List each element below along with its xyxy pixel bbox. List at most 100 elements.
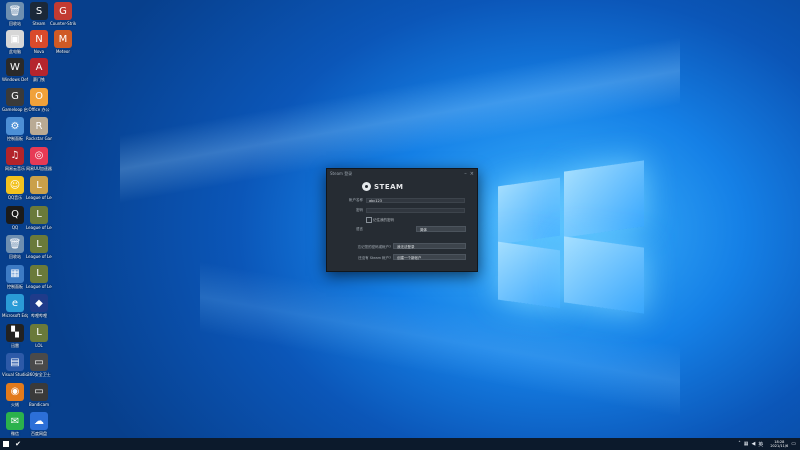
clock[interactable]: 18:28 2021/11/6: [770, 440, 788, 448]
desktop-icon-label: Bandicam: [29, 401, 49, 407]
desktop-icon[interactable]: ▭ 360安全卫士: [26, 353, 52, 377]
volume-icon[interactable]: ◀: [751, 441, 755, 447]
app-icon: ⚙: [6, 117, 24, 135]
desktop-icon-label: 回收站: [9, 21, 21, 26]
app-icon: N: [30, 30, 48, 48]
desktop-icon[interactable]: 🗑 回收站: [2, 2, 28, 26]
desktop-icon-label: 赛门铁: [33, 77, 45, 82]
desktop-icon-label: 控制面板: [7, 136, 23, 141]
desktop-icon-label: QQ: [11, 224, 19, 230]
desktop-icon[interactable]: O Office 办公: [26, 87, 52, 112]
desktop-icon[interactable]: LLeague of Legends: [26, 235, 52, 259]
desktop-icon[interactable]: LLeague of Legends: [26, 264, 52, 289]
app-icon: ▭: [30, 353, 48, 371]
desktop-icon-label: 360安全卫士: [27, 372, 51, 377]
create-question: 还没有 Steam 帐户?: [358, 256, 391, 260]
desktop-icon[interactable]: GGameloop 启动器: [2, 87, 28, 112]
desktop-icon-label: 控制面板: [7, 283, 23, 289]
app-icon: ☺: [6, 176, 24, 194]
app-icon: L: [30, 323, 48, 342]
desktop-icon-label: 回收站: [9, 254, 21, 259]
app-icon: e: [6, 294, 24, 312]
desktop-icon-label: 此电脑: [9, 49, 21, 54]
app-icon: W: [6, 58, 24, 76]
desktop-icon[interactable]: ▦ 控制面板: [2, 264, 28, 289]
account-label: 帐户名称: [349, 197, 363, 202]
desktop-icon[interactable]: RRockstar Games: [26, 117, 52, 141]
desktop-icon[interactable]: ♫ 网易云音乐: [2, 146, 28, 171]
desktop-icon-label: Gameloop 启动器: [2, 106, 28, 112]
app-icon: O: [30, 87, 48, 106]
desktop-icon[interactable]: WWindows Defender: [2, 58, 28, 82]
desktop-icon-label: QQ音乐: [7, 195, 23, 200]
app-icon: ◎: [30, 146, 48, 165]
desktop-icon-label: League of Legends: [26, 224, 52, 230]
password-label: 密码: [356, 207, 363, 212]
taskbar-app-icon[interactable]: ✔: [12, 438, 24, 450]
desktop-icon-label: League of Legends: [26, 195, 52, 200]
minimize-button[interactable]: –: [464, 171, 467, 177]
desktop-icon[interactable]: Q QQ: [2, 205, 28, 230]
desktop-icon-label: Meteor: [55, 49, 71, 54]
system-tray: ˄ ▦ ◀ 英 18:28 2021/11/6 ▭: [738, 438, 796, 450]
steam-brand: STEAM: [362, 182, 403, 191]
desktop-icon[interactable]: A 赛门铁: [26, 58, 52, 82]
remember-checkbox[interactable]: [366, 217, 372, 223]
remember-label: 记住我的密码: [373, 217, 394, 222]
app-icon: ♫: [6, 146, 24, 165]
desktop-icon[interactable]: LLeague of Legends: [26, 176, 52, 200]
desktop-icon-label: 百度网盘: [31, 431, 47, 436]
desktop-icon-label: Steam: [32, 21, 46, 26]
app-icon: ◆: [30, 294, 48, 312]
chevron-up-icon[interactable]: ˄: [738, 441, 741, 447]
network-icon[interactable]: ▦: [744, 441, 749, 447]
desktop-icon[interactable]: ✉ 微信: [2, 412, 28, 436]
desktop-icon[interactable]: L LOL: [26, 323, 52, 348]
desktop-icon[interactable]: N Nova: [26, 30, 52, 54]
app-icon: ☁: [30, 412, 48, 430]
desktop-icon[interactable]: ◆ 哔哩哔哩: [26, 294, 52, 318]
forgot-question: 忘记您的密码或帐户?: [357, 245, 391, 249]
desktop-icon[interactable]: M Meteor: [50, 30, 76, 54]
app-icon: S: [30, 2, 48, 20]
app-icon: 🗑: [6, 2, 24, 20]
desktop-icon[interactable]: ▤ Visual Studio: [2, 353, 28, 377]
start-button[interactable]: [0, 438, 12, 450]
desktop-icon[interactable]: ▚ 迅雷: [2, 323, 28, 348]
app-icon: ▚: [6, 323, 24, 342]
desktop-icon-label: Office 办公: [28, 106, 50, 112]
close-button[interactable]: ×: [470, 171, 474, 177]
app-icon: M: [54, 30, 72, 48]
desktop-icon[interactable]: ☺ QQ音乐: [2, 176, 28, 200]
app-icon: L: [30, 264, 48, 283]
app-icon: ▭: [30, 382, 48, 401]
desktop-icon[interactable]: ▣ 此电脑: [2, 30, 28, 54]
notification-icon[interactable]: ▭: [791, 441, 796, 447]
window-titlebar[interactable]: Steam 登录 – ×: [327, 169, 477, 179]
app-icon: G: [6, 87, 24, 106]
desktop-icon-label: LOL: [35, 342, 43, 348]
account-input[interactable]: abc123: [366, 197, 465, 203]
desktop-icon[interactable]: LLeague of Legends: [26, 205, 52, 230]
create-account-button[interactable]: 创建一个新帐户: [393, 254, 466, 260]
desktop-icon[interactable]: eMicrosoft Edge: [2, 294, 28, 318]
desktop-icon-label: League of Legends: [26, 283, 52, 289]
desktop-icon[interactable]: 🗑 回收站: [2, 235, 28, 259]
desktop-icon[interactable]: ⚙ 控制面板: [2, 117, 28, 141]
desktop-icon[interactable]: ▭ Bandicam: [26, 382, 52, 407]
desktop-icon[interactable]: ◉ 火绒: [2, 382, 28, 407]
windows-start-icon: [2, 440, 10, 448]
password-input[interactable]: [366, 207, 465, 213]
desktop-icon[interactable]: S Steam: [26, 2, 52, 26]
desktop-icon[interactable]: ◎ 网易UU加速器: [26, 146, 52, 171]
app-icon: L: [30, 235, 48, 253]
cant-login-button[interactable]: 我无法登录: [393, 243, 466, 249]
clock-date: 2021/11/6: [770, 444, 789, 448]
steam-login-window: Steam 登录 – × STEAM 帐户名称 abc123 密码 记住我的密码…: [326, 168, 478, 272]
desktop-icon[interactable]: ☁ 百度网盘: [26, 412, 52, 436]
language-dropdown[interactable]: 简体: [416, 226, 466, 232]
input-language-indicator[interactable]: 英: [758, 441, 763, 448]
desktop-icon[interactable]: GCounter-Strike Global Offensive: [50, 2, 76, 26]
desktop-icon-label: 哔哩哔哩: [31, 313, 47, 318]
desktop-icon-label: Visual Studio: [2, 372, 28, 377]
